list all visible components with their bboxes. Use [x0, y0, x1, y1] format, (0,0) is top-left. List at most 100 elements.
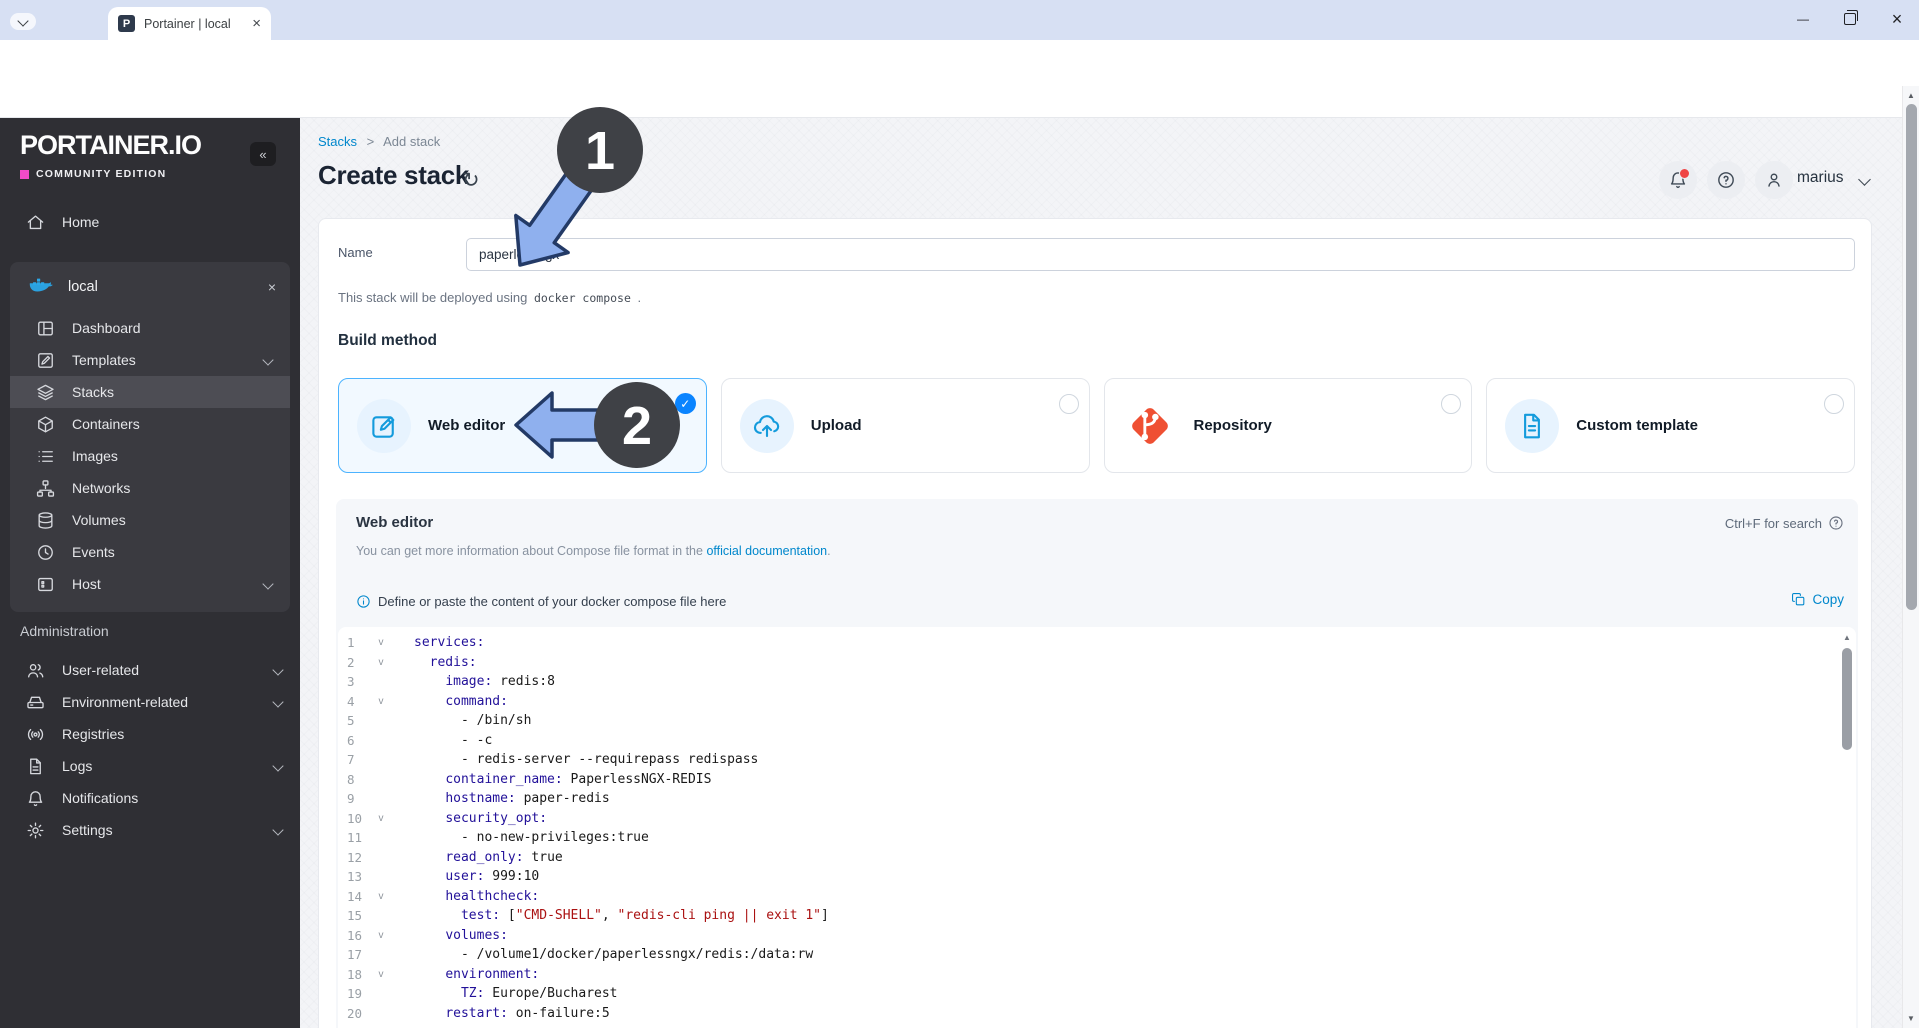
code-line-text: security_opt: [445, 810, 548, 826]
fold-chevron-icon[interactable]: v [374, 637, 388, 648]
web-editor-title: Web editor [356, 514, 434, 531]
official-documentation-link[interactable]: official documentation [706, 544, 827, 558]
page-scrollbar[interactable]: ▲ ▼ [1902, 86, 1919, 1028]
fold-chevron-icon[interactable]: v [374, 930, 388, 941]
sidebar-item-notifications[interactable]: Notifications [0, 782, 300, 814]
events-icon [36, 543, 55, 562]
sidebar-item-label: Volumes [72, 512, 126, 528]
notification-dot [1679, 168, 1690, 179]
page-scroll-thumb[interactable] [1905, 104, 1917, 610]
settings-icon [26, 821, 45, 840]
sidebar-item-registries[interactable]: Registries [0, 718, 300, 750]
info-icon [357, 595, 370, 608]
line-number: 6 [347, 732, 355, 748]
chevron-down-icon [17, 14, 29, 27]
code-line: 9 hostname: paper-redis [338, 789, 1856, 809]
sidebar-item-user-related[interactable]: User-related [0, 654, 300, 686]
sidebar-item-events[interactable]: Events [10, 536, 290, 568]
code-line: 16 v volumes: [338, 926, 1856, 946]
environment-close-icon[interactable]: × [268, 279, 276, 295]
code-line-text: redis: [429, 654, 477, 670]
environment-icon [26, 693, 45, 712]
build-method-custom-template[interactable]: Custom template [1486, 378, 1855, 473]
sidebar-item-images[interactable]: Images [10, 440, 290, 472]
editor-scrollbar[interactable]: ▲ [1841, 631, 1853, 1028]
notifications-button[interactable] [1659, 161, 1697, 199]
chevron-down-icon [272, 824, 284, 836]
browser-tab[interactable]: P Portainer | local × [108, 7, 271, 40]
tab-close-icon[interactable]: × [252, 15, 261, 32]
scroll-up-icon[interactable]: ▲ [1843, 633, 1851, 642]
radio-unselected-icon[interactable] [1058, 394, 1079, 414]
sidebar-item-home[interactable]: Home [0, 206, 300, 238]
home-icon [26, 213, 45, 232]
build-method-web-editor[interactable]: Web editor ✓ [338, 378, 707, 473]
environment-local[interactable]: local × [10, 270, 290, 304]
tab-title: Portainer | local [144, 16, 231, 31]
code-line: 4 v command: [338, 692, 1856, 712]
fold-chevron-icon[interactable]: v [374, 696, 388, 707]
fold-chevron-icon[interactable]: v [374, 813, 388, 824]
build-method-label: Web editor [428, 417, 506, 434]
refresh-icon[interactable]: ↻ [462, 168, 480, 193]
help-button[interactable] [1707, 161, 1745, 199]
define-hint: Define or paste the content of your dock… [356, 594, 726, 609]
line-number: 1 [347, 635, 355, 651]
user-name[interactable]: marius [1797, 169, 1844, 187]
sidebar-item-containers[interactable]: Containers [10, 408, 290, 440]
sidebar-item-logs[interactable]: Logs [0, 750, 300, 782]
scroll-down-icon[interactable]: ▼ [1907, 1014, 1915, 1023]
code-line-text: test: ["CMD-SHELL", "redis-cli ping || e… [460, 908, 829, 924]
fold-chevron-icon[interactable]: v [374, 657, 388, 668]
networks-icon [36, 479, 55, 498]
compose-code-editor[interactable]: 1 v services: 2 v redis: 3 image: redis:8 4 v c… [338, 627, 1856, 1028]
chevron-down-icon[interactable] [1858, 173, 1871, 186]
tab-search-button[interactable] [10, 13, 36, 30]
sidebar-item-label: Images [72, 448, 118, 464]
sidebar-collapse-button[interactable]: « [250, 142, 276, 166]
radio-unselected-icon[interactable] [1441, 394, 1462, 414]
build-method-label: Upload [810, 417, 862, 434]
code-line: 7 - redis-server --requirepass redispass [338, 750, 1856, 770]
sidebar-item-label: Notifications [62, 790, 139, 806]
build-method-repository[interactable]: Repository [1103, 378, 1473, 473]
copy-button[interactable]: Copy [1791, 592, 1844, 607]
search-hint: Ctrl+F for search [1725, 515, 1844, 531]
environment-name: local [68, 279, 98, 295]
code-line-text: image: redis:8 [445, 674, 555, 690]
sidebar-item-settings[interactable]: Settings [0, 814, 300, 846]
sidebar-item-host[interactable]: Host [10, 568, 290, 600]
line-number: 14 [347, 888, 363, 904]
code-line-text: - /bin/sh [414, 713, 532, 729]
edition-square-icon [20, 169, 29, 179]
radio-unselected-icon[interactable] [1824, 394, 1844, 414]
breadcrumb-stacks-link[interactable]: Stacks [318, 134, 357, 149]
fold-chevron-icon[interactable]: v [374, 969, 388, 980]
line-number: 3 [347, 674, 355, 690]
stack-name-input[interactable] [466, 238, 1855, 271]
sidebar-item-networks[interactable]: Networks [10, 472, 290, 504]
build-method-heading: Build method [338, 332, 438, 349]
administration-heading: Administration [20, 623, 109, 639]
window-restore-button[interactable] [1827, 0, 1873, 38]
logs-icon [26, 757, 45, 776]
scroll-up-icon[interactable]: ▲ [1907, 91, 1915, 100]
sidebar-item-dashboard[interactable]: Dashboard [10, 312, 290, 344]
code-line-text: read_only: true [445, 849, 563, 865]
question-icon [1718, 172, 1734, 188]
notifications-icon [26, 789, 45, 808]
user-menu-avatar[interactable] [1755, 161, 1793, 199]
docker-compose-chip: docker compose [533, 291, 631, 305]
sidebar-item-volumes[interactable]: Volumes [10, 504, 290, 536]
sidebar-item-templates[interactable]: Templates [10, 344, 290, 376]
sidebar-item-label: Home [62, 214, 100, 230]
question-icon[interactable] [1828, 515, 1844, 531]
sidebar-item-environment-related[interactable]: Environment-related [0, 686, 300, 718]
build-method-upload[interactable]: Upload [720, 378, 1090, 473]
build-method-options: Web editor ✓ Upload Repository Custom templa… [338, 378, 1855, 473]
fold-chevron-icon[interactable]: v [374, 891, 388, 902]
window-minimize-button[interactable]: — [1780, 0, 1826, 38]
window-close-button[interactable]: × [1874, 0, 1919, 38]
editor-scroll-thumb[interactable] [1842, 648, 1852, 750]
sidebar-item-stacks[interactable]: Stacks [10, 376, 290, 408]
